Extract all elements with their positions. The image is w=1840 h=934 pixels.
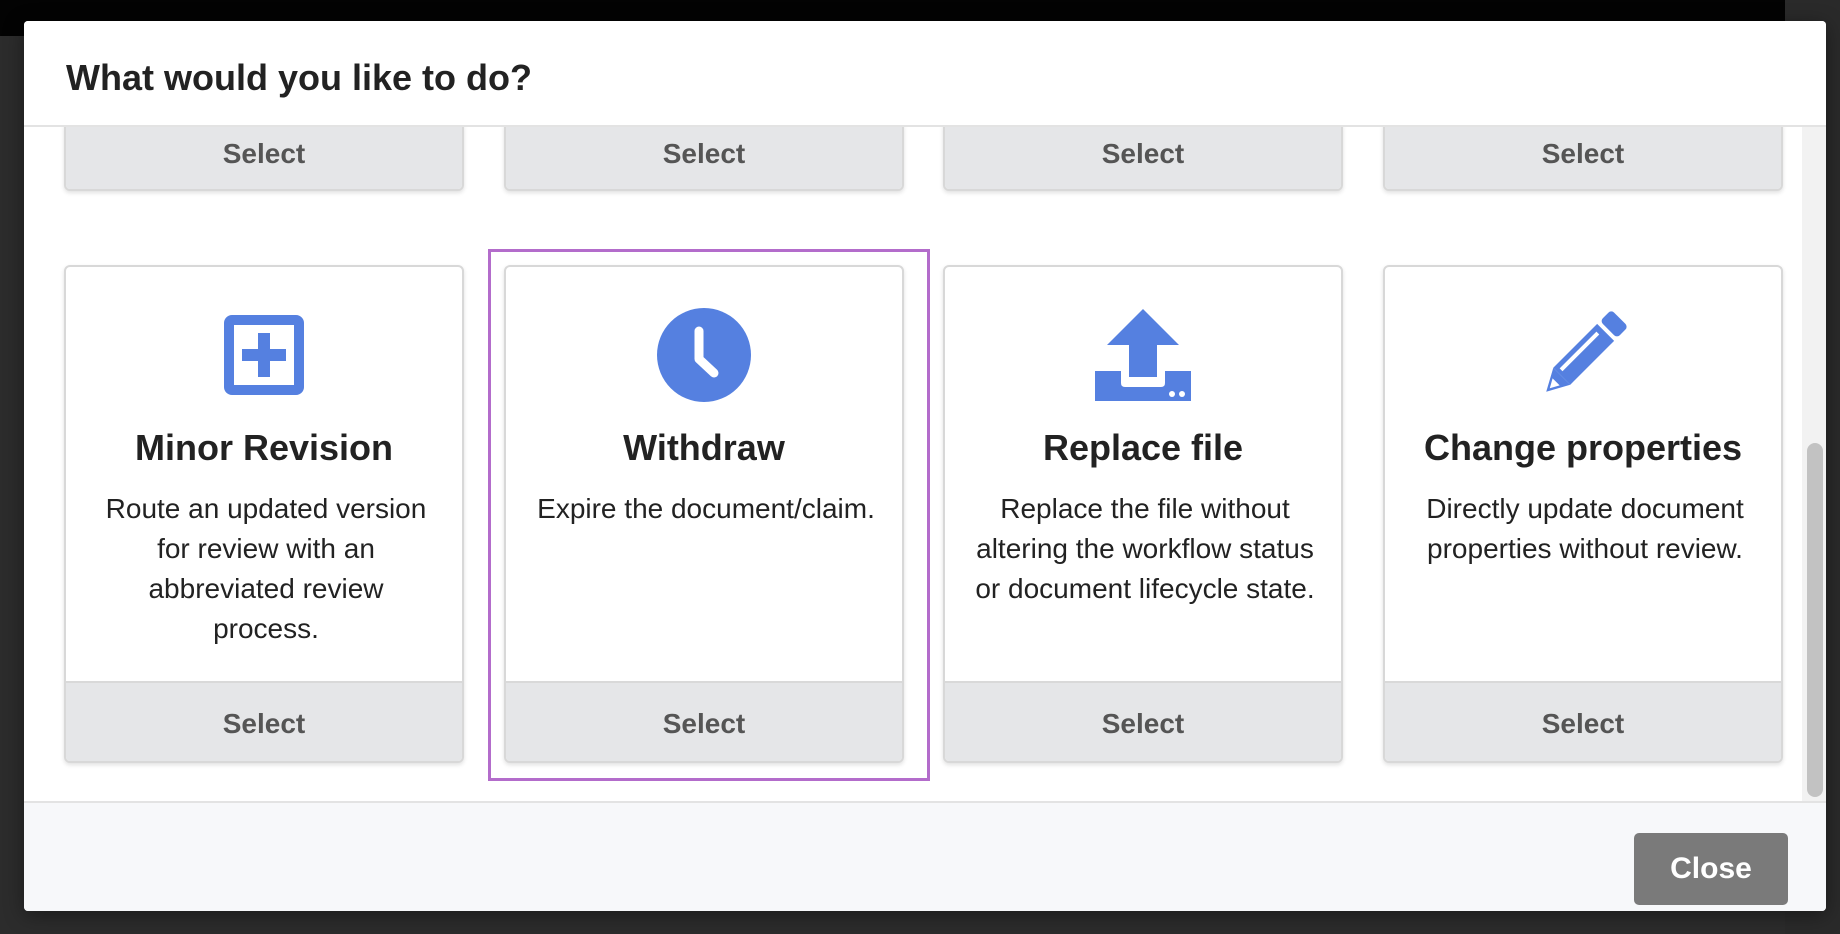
action-card: Select <box>943 127 1343 191</box>
dialog-title: What would you like to do? <box>66 57 532 98</box>
pencil-icon <box>1546 311 1627 392</box>
select-button[interactable]: Select <box>66 681 462 761</box>
select-button[interactable]: Select <box>945 127 1341 189</box>
card-description: Expire the document/claim. <box>537 493 875 524</box>
select-button[interactable]: Select <box>1385 127 1781 189</box>
action-card: Select <box>1383 127 1783 191</box>
select-button[interactable]: Select <box>506 681 902 761</box>
action-card: Select <box>64 127 464 191</box>
card-title: Replace file <box>1042 427 1244 468</box>
close-button[interactable]: Close <box>1634 833 1788 905</box>
action-card: Select <box>504 127 904 191</box>
plus-square-icon <box>224 315 304 395</box>
select-button[interactable]: Select <box>506 127 902 189</box>
action-card-minor-revision[interactable]: Minor Revision Route an updated version … <box>64 265 464 763</box>
action-card-change-properties[interactable]: Change properties Directly update docume… <box>1383 265 1783 763</box>
action-card-replace-file[interactable]: Replace file Replace the file without al… <box>943 265 1343 763</box>
card-title: Minor Revision <box>134 427 394 468</box>
select-button[interactable]: Select <box>945 681 1341 761</box>
select-button[interactable]: Select <box>66 127 462 189</box>
dialog-body[interactable]: Select Select Select Select Minor Revisi… <box>24 127 1814 801</box>
card-description: Replace the file without altering the wo… <box>975 493 1315 604</box>
dialog-footer: Close <box>24 801 1826 911</box>
card-title: Change properties <box>1423 427 1743 468</box>
card-title: Withdraw <box>623 427 785 468</box>
scrollbar-thumb[interactable] <box>1807 443 1823 797</box>
select-button[interactable]: Select <box>1385 681 1781 761</box>
dialog-header: What would you like to do? <box>24 21 1826 127</box>
upload-icon <box>1095 309 1191 401</box>
action-card-withdraw[interactable]: Withdraw Expire the document/claim. Sele… <box>504 265 904 763</box>
card-description: Directly update document properties with… <box>1426 493 1744 564</box>
card-description: Route an updated version for review with… <box>105 493 427 644</box>
action-dialog: What would you like to do? Select Select… <box>24 21 1826 911</box>
dialog-scrollbar[interactable] <box>1802 127 1826 801</box>
clock-icon <box>657 308 751 402</box>
